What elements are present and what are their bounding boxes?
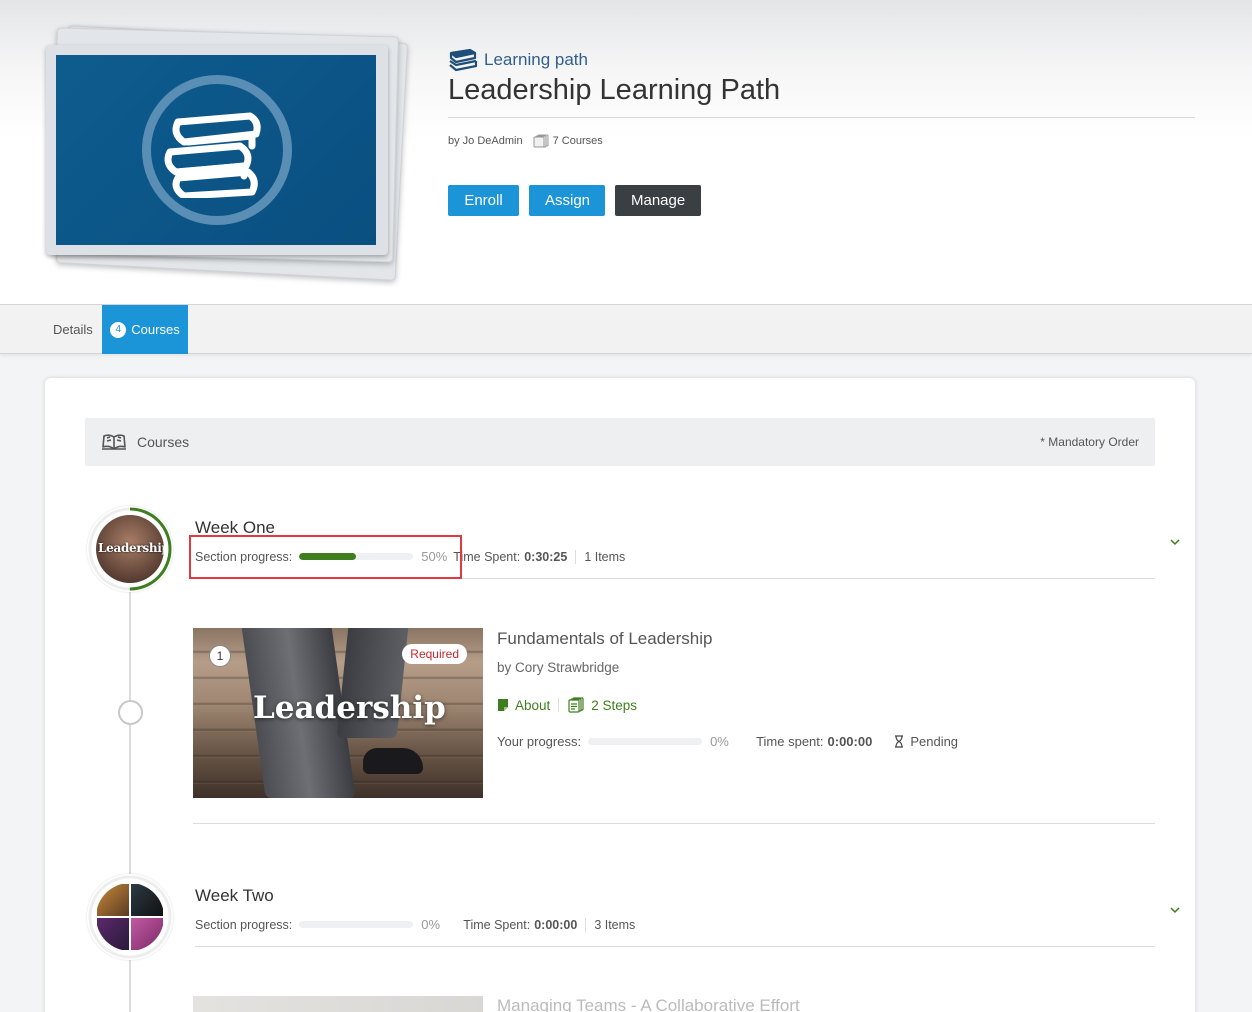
course-count-label: 7 Courses <box>552 135 603 147</box>
steps-link-label: 2 Steps <box>591 697 638 713</box>
about-link[interactable]: About <box>497 698 550 713</box>
section-divider <box>195 946 1155 947</box>
section-progress-arc <box>88 875 172 959</box>
items-count: 1 Items <box>584 549 626 564</box>
open-book-icon <box>102 434 126 450</box>
chevron-down-icon[interactable] <box>1169 906 1181 914</box>
section-progress-ring: Leadership <box>87 506 173 592</box>
document-icon <box>498 699 508 711</box>
course-status: Pending <box>894 734 958 749</box>
course-thumbnail[interactable] <box>193 996 483 1012</box>
chevron-down-icon[interactable] <box>1169 538 1181 546</box>
section-progress-arc <box>88 507 172 591</box>
course-links: About 2 Steps <box>497 697 637 713</box>
course-count: 7 Courses <box>533 134 603 148</box>
course-title[interactable]: Fundamentals of Leadership <box>497 629 712 649</box>
course-timeline-node <box>118 700 143 725</box>
course-progress-row: Your progress: 0% Time spent: 0:00:00 Pe… <box>497 734 958 749</box>
cover-image-stack <box>46 25 416 281</box>
meta-separator <box>575 549 577 564</box>
course-thumbnail[interactable]: Leadership 1 Required <box>193 628 483 798</box>
page-title: Leadership Learning Path <box>448 74 781 106</box>
course-title[interactable]: Managing Teams - A Collaborative Effort <box>497 996 800 1012</box>
books-icon <box>164 112 261 198</box>
course-divider <box>193 823 1155 824</box>
section-progress-ring <box>87 874 173 960</box>
courses-section-title: Courses <box>137 434 190 450</box>
items-count: 3 Items <box>594 917 636 932</box>
section-progress-highlight <box>189 535 462 579</box>
manage-button[interactable]: Manage <box>615 185 701 216</box>
tab-courses[interactable]: 4 Courses <box>102 305 188 354</box>
thumbnail-text: Leadership <box>253 690 446 726</box>
learning-path-header: Learning path Leadership Learning Path b… <box>0 0 1252 304</box>
cover-image <box>56 55 376 245</box>
author-text: by Jo DeAdmin <box>448 135 523 147</box>
steps-icon <box>568 697 584 713</box>
assign-button[interactable]: Assign <box>529 185 605 216</box>
time-spent-value: 0:00:00 <box>534 917 578 932</box>
hourglass-icon <box>895 735 904 748</box>
section-title[interactable]: Week Two <box>195 886 274 906</box>
courses-count-badge: 4 <box>110 321 127 338</box>
cover-card <box>46 45 388 255</box>
required-badge: Required <box>402 644 467 664</box>
about-link-label: About <box>515 697 551 713</box>
section-progress-percent: 0% <box>421 917 441 932</box>
course-progress-label: Your progress: <box>497 734 582 749</box>
learning-path-type-label: Learning path <box>484 50 588 69</box>
tab-courses-label: Courses <box>131 322 180 337</box>
section-meta: Section progress: 0% Time Spent: 0:00:00… <box>195 917 635 932</box>
course-status-label: Pending <box>910 734 959 749</box>
course-time-spent-value: 0:00:00 <box>827 734 873 749</box>
enroll-button[interactable]: Enroll <box>448 185 519 216</box>
course-progress-bar <box>588 738 703 745</box>
tab-details[interactable]: Details <box>53 305 93 354</box>
course-time-spent-label: Time spent: <box>756 734 824 749</box>
mandatory-order-note: * Mandatory Order <box>1040 435 1139 449</box>
course-order-number: 1 <box>209 645 231 667</box>
title-divider <box>448 117 1195 118</box>
courses-panel: Courses * Mandatory Order Leadership Wee… <box>45 378 1195 1012</box>
meta-separator <box>585 917 587 932</box>
time-spent-label: Time Spent: <box>463 917 531 932</box>
learning-path-meta: by Jo DeAdmin 7 Courses <box>448 134 603 148</box>
course-author: by Cory Strawbridge <box>497 660 620 675</box>
tab-bar: Details 4 Courses <box>0 304 1252 354</box>
section-progress-label: Section progress: <box>195 917 293 932</box>
thumbnail-shoe <box>363 748 423 774</box>
time-spent-value: 0:30:25 <box>524 549 568 564</box>
time-spent-label: Time Spent: <box>453 549 521 564</box>
courses-icon <box>533 134 549 148</box>
section-progress-bar <box>299 921 414 928</box>
courses-section-header: Courses * Mandatory Order <box>85 418 1155 466</box>
learning-path-type: Learning path <box>448 48 588 72</box>
steps-link[interactable]: 2 Steps <box>567 697 637 713</box>
course-progress-percent: 0% <box>710 734 729 749</box>
links-separator <box>558 698 560 712</box>
learning-path-icon <box>449 48 478 72</box>
